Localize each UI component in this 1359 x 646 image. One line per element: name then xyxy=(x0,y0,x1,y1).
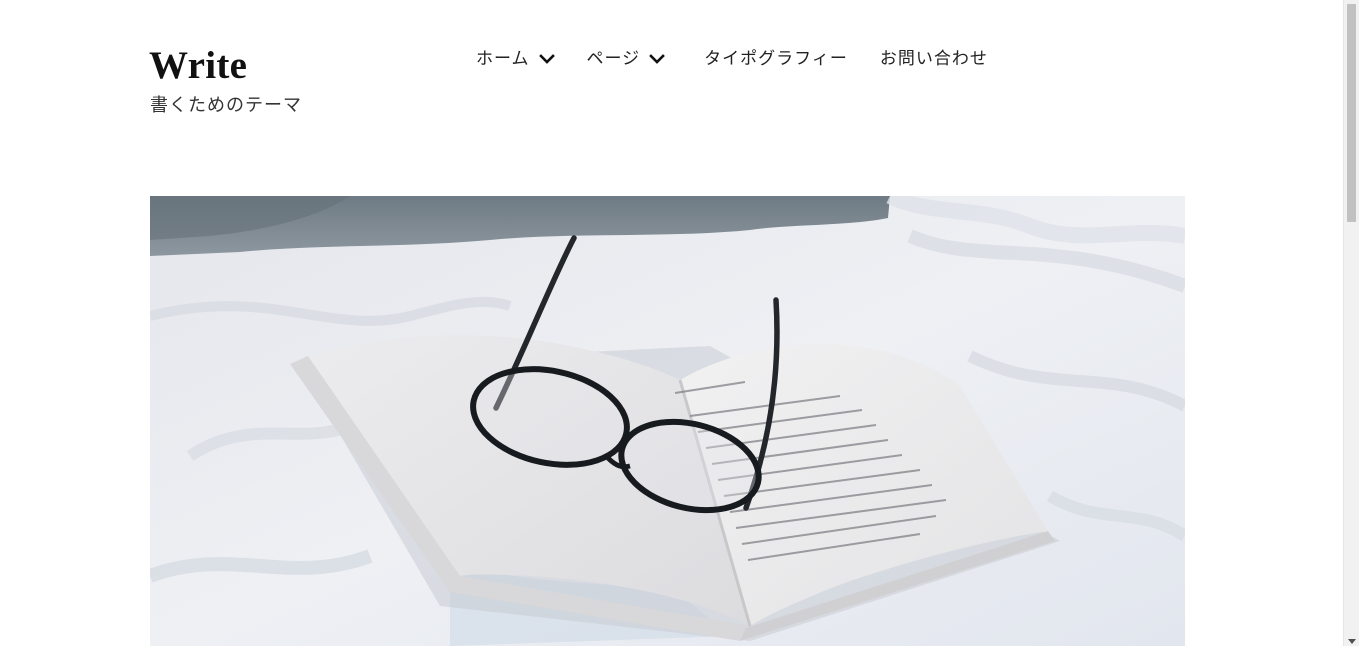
site-title[interactable]: Write xyxy=(149,44,247,88)
book-glasses-photo xyxy=(150,196,1185,646)
chevron-down-icon[interactable] xyxy=(648,50,666,68)
nav-item-label: タイポグラフィー xyxy=(704,49,848,69)
nav-item-pages[interactable]: ページ xyxy=(587,45,667,73)
nav-item-home[interactable]: ホーム xyxy=(476,45,556,73)
site-description: 書くためのテーマ xyxy=(150,95,302,116)
scroll-down-arrow-icon[interactable] xyxy=(1348,639,1356,644)
vertical-scrollbar[interactable] xyxy=(1343,0,1359,646)
main-nav: ホーム ページ タイポグラフィー お問い合わせ xyxy=(476,44,988,74)
scrollbar-thumb[interactable] xyxy=(1347,4,1356,222)
nav-item-label: お問い合わせ xyxy=(879,49,988,69)
hero-image xyxy=(150,196,1185,646)
nav-item-typography[interactable]: タイポグラフィー xyxy=(704,45,848,73)
page: Write 書くためのテーマ ホーム ページ タイポグラフィー お問い合わせ xyxy=(0,0,1359,646)
nav-item-contact[interactable]: お問い合わせ xyxy=(880,45,988,73)
nav-item-label: ページ xyxy=(586,49,641,69)
chevron-down-icon[interactable] xyxy=(538,50,556,68)
site-header: Write 書くためのテーマ ホーム ページ タイポグラフィー お問い合わせ xyxy=(0,0,1343,190)
nav-item-label: ホーム xyxy=(476,49,530,69)
